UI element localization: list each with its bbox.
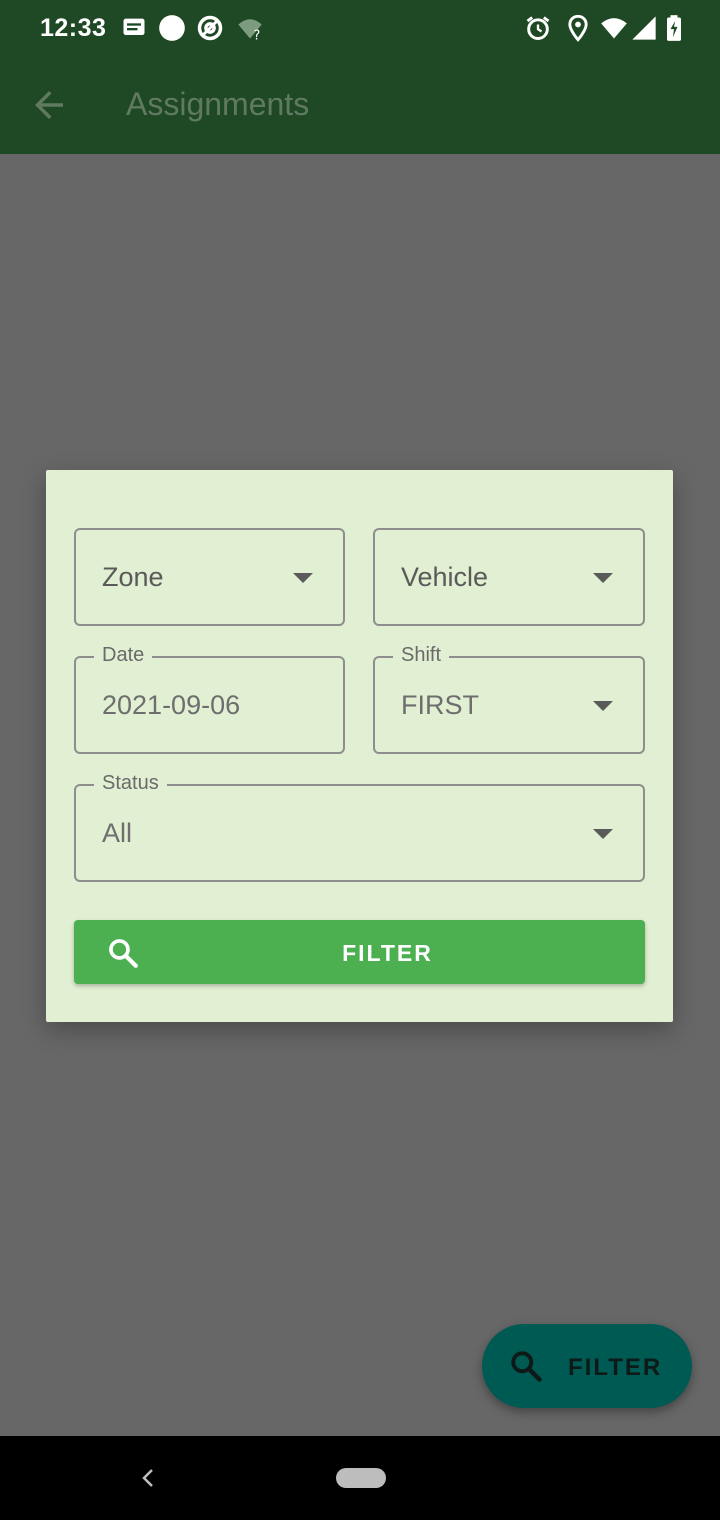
battery-icon bbox=[667, 15, 681, 41]
nav-home-pill[interactable] bbox=[336, 1468, 386, 1488]
shift-dropdown[interactable]: Shift FIRST bbox=[373, 644, 645, 754]
at-icon bbox=[197, 15, 223, 41]
dropdown-arrow-icon bbox=[593, 573, 613, 583]
status-label: Status bbox=[94, 772, 167, 795]
signal-icon bbox=[632, 16, 656, 40]
arrow-back-icon[interactable] bbox=[28, 84, 70, 126]
filter-button[interactable]: FILTER bbox=[74, 920, 645, 984]
vehicle-placeholder: Vehicle bbox=[401, 562, 489, 592]
wifi-question-icon: ? bbox=[238, 19, 262, 42]
search-icon bbox=[511, 1351, 542, 1382]
nav-back-icon[interactable] bbox=[138, 1464, 158, 1492]
dropdown-arrow-icon bbox=[293, 573, 313, 583]
filter-dialog: Zone Vehicle Date 2021-09-06 Shift FIRST… bbox=[46, 470, 673, 1022]
status-bar: 12:33 ? bbox=[0, 0, 720, 56]
vehicle-dropdown[interactable]: Vehicle bbox=[373, 528, 645, 626]
location-icon bbox=[568, 14, 588, 42]
dropdown-arrow-icon bbox=[593, 829, 613, 839]
zone-placeholder: Zone bbox=[102, 562, 164, 592]
alarm-icon bbox=[526, 16, 550, 40]
fab-label: FILTER bbox=[568, 1354, 663, 1381]
shift-value: FIRST bbox=[401, 690, 479, 720]
date-label: Date bbox=[94, 644, 153, 667]
app-bar: Assignments bbox=[0, 56, 720, 154]
zone-dropdown[interactable]: Zone bbox=[74, 528, 345, 626]
status-dropdown[interactable]: Status All bbox=[74, 772, 645, 882]
status-value: All bbox=[102, 818, 133, 848]
circle-icon bbox=[159, 15, 185, 41]
filter-fab[interactable]: FILTER bbox=[482, 1324, 692, 1408]
filter-button-label: FILTER bbox=[342, 940, 433, 966]
dropdown-arrow-icon bbox=[593, 701, 613, 711]
date-value: 2021-09-06 bbox=[102, 690, 241, 720]
page-title: Assignments bbox=[126, 86, 310, 122]
status-time: 12:33 bbox=[40, 14, 107, 42]
shift-label: Shift bbox=[393, 644, 450, 667]
svg-text:?: ? bbox=[254, 29, 261, 42]
message-icon bbox=[123, 18, 145, 35]
date-field[interactable]: Date 2021-09-06 bbox=[74, 644, 345, 754]
wifi-icon bbox=[601, 18, 627, 39]
